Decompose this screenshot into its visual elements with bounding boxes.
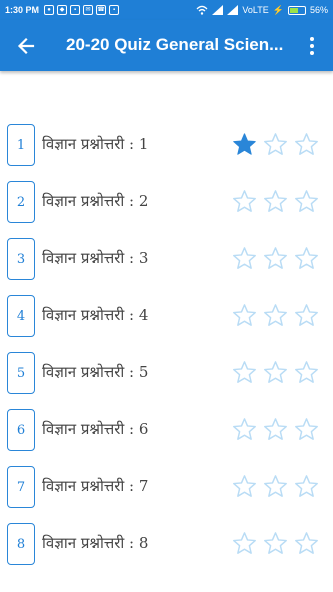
quiz-number-badge: 5 [7, 352, 35, 394]
quiz-title: विज्ञान प्रश्नोत्तरी : 4 [42, 306, 149, 324]
star-outline-icon [295, 190, 318, 212]
quiz-number-badge: 8 [7, 523, 35, 565]
back-arrow-icon [17, 37, 35, 55]
star-outline-icon [264, 418, 287, 440]
star-outline-icon [264, 361, 287, 383]
signal-icon [212, 5, 224, 15]
quiz-row[interactable]: 7 विज्ञान प्रश्नोत्तरी : 7 [0, 466, 333, 523]
dot-icon [310, 51, 314, 55]
star-outline-icon [264, 247, 287, 269]
star-outline-icon [264, 304, 287, 326]
star-outline-icon [295, 361, 318, 383]
quiz-row[interactable]: 4 विज्ञान प्रश्नोत्तरी : 4 [0, 295, 333, 352]
quiz-title: विज्ञान प्रश्नोत्तरी : 1 [42, 135, 149, 153]
star-outline-icon [264, 532, 287, 554]
quiz-rating [232, 246, 319, 271]
star-filled-icon [233, 133, 256, 155]
notification-app-icon: ● [44, 5, 55, 15]
page-title: 20-20 Quiz General Scien... [66, 35, 284, 54]
star-outline-icon [295, 247, 318, 269]
quiz-number-badge: 7 [7, 466, 35, 508]
wifi-icon [196, 5, 208, 15]
star-outline-icon [233, 532, 256, 554]
star-outline-icon [233, 304, 256, 326]
quiz-rating [232, 531, 319, 556]
dot-icon [310, 44, 314, 48]
notification-app-icon: ▪ [109, 5, 120, 15]
quiz-rating [232, 360, 319, 385]
quiz-row[interactable]: 3 विज्ञान प्रश्नोत्तरी : 3 [0, 238, 333, 295]
quiz-rating [232, 417, 319, 442]
quiz-row[interactable]: 6 विज्ञान प्रश्नोत्तरी : 6 [0, 409, 333, 466]
star-outline-icon [295, 304, 318, 326]
quiz-title: विज्ञान प्रश्नोत्तरी : 7 [42, 477, 149, 495]
quiz-number-badge: 4 [7, 295, 35, 337]
phone-icon: ☎ [96, 5, 107, 15]
app-bar: 20-20 Quiz General Scien... [0, 20, 333, 71]
quiz-number-badge: 3 [7, 238, 35, 280]
status-right: VoLTE ⚡ 56% [196, 5, 328, 16]
star-outline-icon [264, 133, 287, 155]
notification-app-icon: ◆ [57, 5, 68, 15]
quiz-row[interactable]: 2 विज्ञान प्रश्नोत्तरी : 2 [0, 181, 333, 238]
star-outline-icon [233, 418, 256, 440]
notification-app-icon: ▪ [70, 5, 81, 15]
quiz-row[interactable]: 8 विज्ञान प्रश्नोत्तरी : 8 [0, 523, 333, 580]
star-outline-icon [233, 247, 256, 269]
quiz-title: विज्ञान प्रश्नोत्तरी : 5 [42, 363, 149, 381]
charging-icon: ⚡ [272, 4, 284, 15]
quiz-number-badge: 6 [7, 409, 35, 451]
dot-icon [310, 37, 314, 41]
quiz-title: विज्ञान प्रश्नोत्तरी : 3 [42, 249, 149, 267]
star-outline-icon [295, 532, 318, 554]
notification-icons: ● ◆ ▪ ✉ ☎ ▪ [44, 5, 120, 15]
quiz-number-badge: 1 [7, 124, 35, 166]
star-outline-icon [233, 190, 256, 212]
back-button[interactable] [12, 32, 40, 60]
battery-icon [287, 5, 306, 15]
quiz-rating [232, 189, 319, 214]
star-outline-icon [295, 475, 318, 497]
star-outline-icon [264, 475, 287, 497]
star-outline-icon [295, 418, 318, 440]
network-type: VoLTE [242, 5, 269, 15]
quiz-rating [232, 474, 319, 499]
quiz-title: विज्ञान प्रश्नोत्तरी : 6 [42, 420, 149, 438]
quiz-rating [232, 303, 319, 328]
mail-icon: ✉ [83, 5, 94, 15]
status-bar: 1:30 PM ● ◆ ▪ ✉ ☎ ▪ VoLTE ⚡ 56% [0, 0, 333, 20]
quiz-title: विज्ञान प्रश्नोत्तरी : 8 [42, 534, 149, 552]
quiz-row[interactable]: 1 विज्ञान प्रश्नोत्तरी : 1 [0, 124, 333, 181]
battery-percent: 56% [309, 5, 328, 15]
quiz-rating [232, 132, 319, 157]
signal-icon [227, 5, 239, 15]
overflow-menu-button[interactable] [301, 34, 323, 58]
star-outline-icon [233, 361, 256, 383]
star-outline-icon [233, 475, 256, 497]
status-time: 1:30 PM [5, 5, 40, 15]
star-outline-icon [295, 133, 318, 155]
quiz-row[interactable]: 5 विज्ञान प्रश्नोत्तरी : 5 [0, 352, 333, 409]
quiz-number-badge: 2 [7, 181, 35, 223]
star-outline-icon [264, 190, 287, 212]
quiz-title: विज्ञान प्रश्नोत्तरी : 2 [42, 192, 149, 210]
